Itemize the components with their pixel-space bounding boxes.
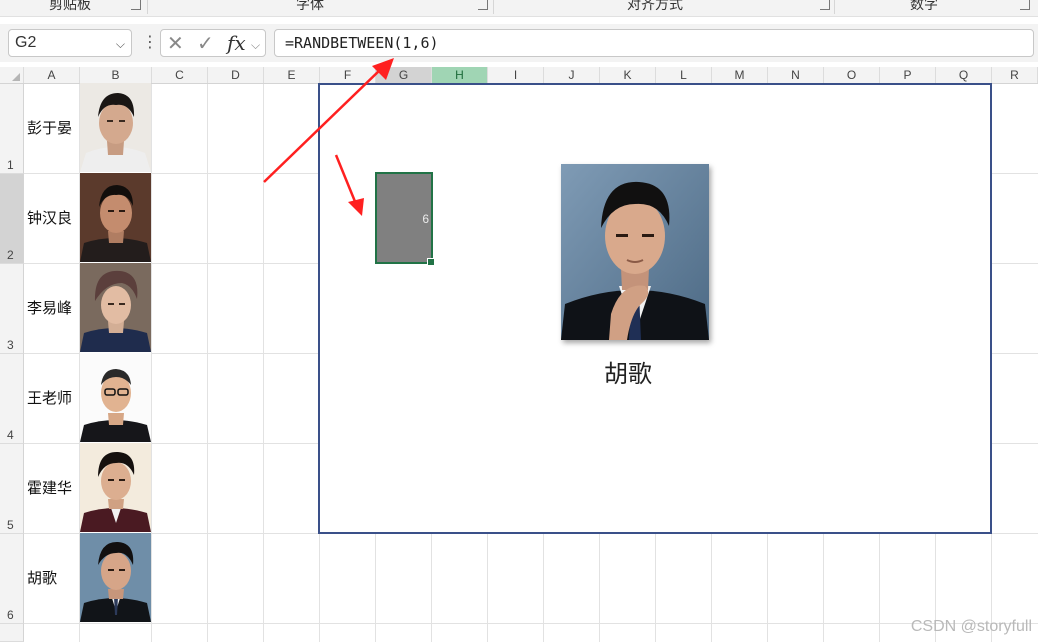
chevron-down-icon[interactable]: ⌵	[116, 31, 125, 57]
formula-input[interactable]: =RANDBETWEEN(1,6)	[274, 29, 1034, 57]
random-number-value: 6	[422, 212, 429, 226]
number-launcher-icon[interactable]	[1020, 0, 1030, 10]
column-header-l[interactable]: L	[656, 67, 712, 83]
column-header-m[interactable]: M	[712, 67, 768, 83]
photo-row-5[interactable]	[80, 443, 151, 532]
ribbon-group-alignment: 对齐方式	[627, 0, 683, 13]
ribbon-group-clipboard: 剪贴板	[49, 0, 91, 13]
clipboard-launcher-icon[interactable]	[131, 0, 141, 10]
column-header-o[interactable]: O	[824, 67, 880, 83]
cancel-icon[interactable]: ✕	[167, 32, 184, 54]
row-header-1[interactable]: 1	[0, 84, 24, 174]
formula-controls: ✕ ✓ fx ⌵	[160, 29, 266, 57]
name-box-value: G2	[15, 34, 37, 51]
watermark: CSDN @storyfull	[910, 618, 1032, 635]
photo-row-2[interactable]	[80, 173, 151, 262]
column-headers: A B C D E F G H I J K L M N O P Q R	[0, 67, 1038, 84]
name-cell-a2[interactable]: 钟汉良	[27, 209, 79, 227]
column-header-c[interactable]: C	[152, 67, 208, 83]
selected-photo[interactable]	[561, 164, 709, 340]
name-cell-a6[interactable]: 胡歌	[27, 569, 79, 587]
enter-check-icon[interactable]: ✓	[197, 32, 214, 54]
column-header-h[interactable]: H	[432, 67, 488, 83]
row-header-2[interactable]: 2	[0, 174, 24, 264]
alignment-launcher-icon[interactable]	[820, 0, 830, 10]
column-header-a[interactable]: A	[24, 67, 80, 83]
name-box[interactable]: G2 ⌵	[8, 29, 132, 57]
row-header-7[interactable]	[0, 624, 24, 642]
insert-function-icon[interactable]: fx	[227, 32, 246, 54]
name-cell-a4[interactable]: 王老师	[27, 389, 79, 407]
column-header-k[interactable]: K	[600, 67, 656, 83]
column-header-g[interactable]: G	[376, 67, 432, 83]
selected-name: 胡歌	[604, 360, 652, 388]
photo-row-3[interactable]	[80, 263, 151, 352]
row-header-5[interactable]: 5	[0, 444, 24, 534]
photo-row-4[interactable]	[80, 353, 151, 442]
chevron-down-icon[interactable]: ⌵	[251, 34, 260, 56]
column-header-p[interactable]: P	[880, 67, 936, 83]
column-header-j[interactable]: J	[544, 67, 600, 83]
row-header-3[interactable]: 3	[0, 264, 24, 354]
ribbon-group-number: 数字	[910, 0, 938, 13]
ribbon-separator	[493, 0, 494, 14]
column-header-i[interactable]: I	[488, 67, 544, 83]
column-header-e[interactable]: E	[264, 67, 320, 83]
column-header-b[interactable]: B	[80, 67, 152, 83]
column-header-r[interactable]: R	[992, 67, 1038, 83]
name-cell-a3[interactable]: 李易峰	[27, 299, 79, 317]
photo-row-1[interactable]	[80, 83, 151, 172]
column-header-q[interactable]: Q	[936, 67, 992, 83]
font-launcher-icon[interactable]	[478, 0, 488, 10]
column-header-d[interactable]: D	[208, 67, 264, 83]
row-header-4[interactable]: 4	[0, 354, 24, 444]
random-number-cell-g2[interactable]: 6	[375, 172, 435, 266]
ribbon-group-strip: 剪贴板 字体 对齐方式 数字	[0, 0, 1038, 17]
column-header-n[interactable]: N	[768, 67, 824, 83]
formula-bar: G2 ⌵ ⋮ ✕ ✓ fx ⌵ =RANDBETWEEN(1,6)	[0, 24, 1038, 62]
ribbon-separator	[834, 0, 835, 14]
ribbon-group-font: 字体	[296, 0, 324, 13]
fill-handle[interactable]	[427, 258, 435, 266]
column-header-f[interactable]: F	[320, 67, 376, 83]
row-header-6[interactable]: 6	[0, 534, 24, 624]
row-headers: 1 2 3 4 5 6	[0, 84, 24, 642]
select-all-corner[interactable]	[0, 67, 24, 83]
more-options-icon[interactable]: ⋮	[142, 33, 158, 51]
photo-row-6[interactable]	[80, 533, 151, 622]
ribbon-separator	[147, 0, 148, 14]
name-cell-a5[interactable]: 霍建华	[27, 479, 79, 497]
name-cell-a1[interactable]: 彭于晏	[27, 119, 79, 137]
